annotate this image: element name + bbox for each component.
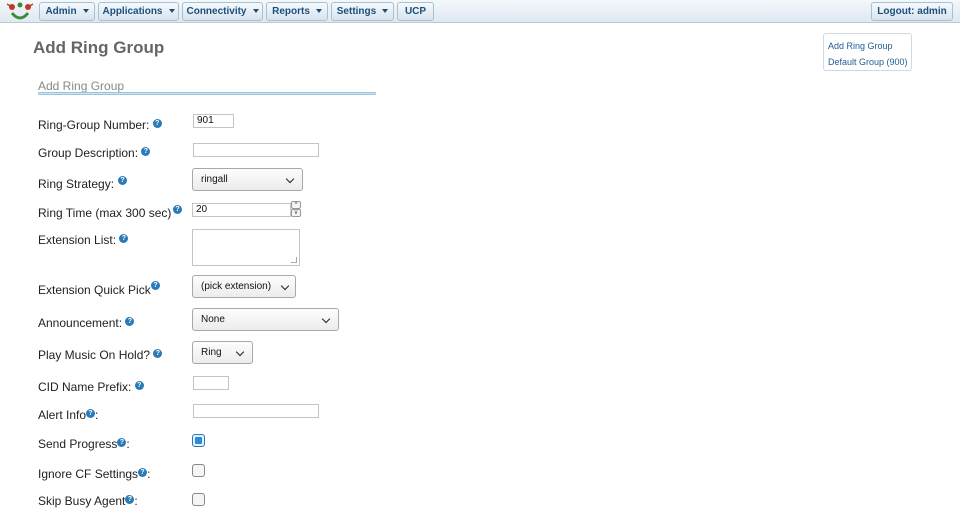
group-description-input[interactable] — [193, 143, 319, 157]
top-menu-bar: Admin Applications Connectivity Reports … — [0, 0, 960, 23]
section-header: Add Ring Group — [38, 77, 376, 95]
help-icon[interactable]: ? — [173, 205, 182, 214]
help-icon[interactable]: ? — [141, 147, 151, 156]
chevron-down-icon — [82, 9, 89, 13]
announcement-label: Announcement: ? — [38, 316, 135, 330]
ring-time-input[interactable]: 20 — [192, 203, 291, 217]
ring-group-nav-panel: Add Ring Group Default Group (900) — [823, 33, 912, 71]
chevron-down-icon — [321, 314, 331, 324]
nav-link-add-ring-group[interactable]: Add Ring Group — [828, 38, 911, 54]
chevron-down-icon — [280, 281, 290, 291]
ring-group-number-label: Ring-Group Number: ? — [38, 118, 162, 132]
chevron-down-icon — [235, 347, 245, 357]
alert-info-input[interactable] — [193, 404, 319, 418]
chevron-down-icon — [285, 174, 295, 184]
page-title: Add Ring Group — [33, 38, 165, 57]
extension-quick-pick-select[interactable]: (pick extension) — [192, 275, 296, 298]
ring-time-stepper[interactable]: ^ v — [291, 201, 301, 218]
send-progress-checkbox[interactable] — [192, 434, 205, 447]
menu-applications[interactable]: Applications — [98, 2, 179, 21]
stepper-up-icon[interactable]: ^ — [291, 201, 301, 209]
ring-time-label: Ring Time (max 300 sec) — [38, 206, 172, 220]
menu-reports[interactable]: Reports — [266, 2, 328, 21]
alert-info-label: Alert Info?: — [38, 408, 99, 422]
menu-settings[interactable]: Settings — [331, 2, 394, 21]
group-description-label: Group Description: ? — [38, 146, 151, 160]
ignore-cf-label: Ignore CF Settings?: — [38, 467, 151, 481]
menu-admin[interactable]: Admin — [39, 2, 95, 21]
help-icon[interactable]: ? — [134, 381, 144, 390]
menu-connectivity[interactable]: Connectivity — [182, 2, 263, 21]
section-title: Add Ring Group — [38, 79, 125, 93]
ring-strategy-label: Ring Strategy: — [38, 177, 115, 191]
ring-strategy-select[interactable]: ringall — [192, 168, 303, 191]
section-divider — [38, 92, 376, 95]
menu-ucp[interactable]: UCP — [397, 2, 434, 21]
ring-group-number-input[interactable]: 901 — [193, 114, 234, 128]
play-moh-label: Play Music On Hold? ? — [38, 348, 163, 362]
stepper-down-icon[interactable]: v — [291, 209, 301, 217]
ignore-cf-checkbox[interactable] — [192, 464, 205, 477]
resize-grip-icon[interactable] — [291, 257, 297, 263]
freepbx-logo-icon[interactable] — [4, 1, 36, 22]
chevron-down-icon — [382, 9, 389, 13]
extension-list-textarea[interactable] — [192, 229, 300, 266]
help-icon[interactable]: ? — [153, 349, 163, 358]
help-icon[interactable]: ? — [119, 234, 129, 243]
announcement-select[interactable]: None — [192, 308, 339, 331]
help-icon[interactable]: ? — [151, 281, 160, 290]
cid-name-prefix-input[interactable] — [193, 376, 229, 390]
extension-list-label: Extension List: ? — [38, 233, 129, 247]
chevron-down-icon — [252, 9, 259, 13]
help-icon[interactable]: ? — [125, 317, 135, 326]
help-icon[interactable]: ? — [152, 119, 162, 128]
play-moh-select[interactable]: Ring — [192, 341, 253, 364]
chevron-down-icon — [168, 9, 175, 13]
help-icon[interactable]: ? — [118, 176, 127, 185]
skip-busy-agent-checkbox[interactable] — [192, 493, 205, 506]
send-progress-label: Send Progress?: — [38, 437, 130, 451]
chevron-down-icon — [315, 9, 322, 13]
help-icon[interactable]: ? — [138, 468, 148, 477]
logout-button[interactable]: Logout: admin — [871, 2, 953, 21]
help-icon[interactable]: ? — [86, 409, 96, 418]
nav-link-default-group[interactable]: Default Group (900) — [828, 54, 911, 70]
extension-quick-pick-label: Extension Quick Pick — [38, 283, 151, 297]
cid-name-prefix-label: CID Name Prefix: ? — [38, 380, 144, 394]
